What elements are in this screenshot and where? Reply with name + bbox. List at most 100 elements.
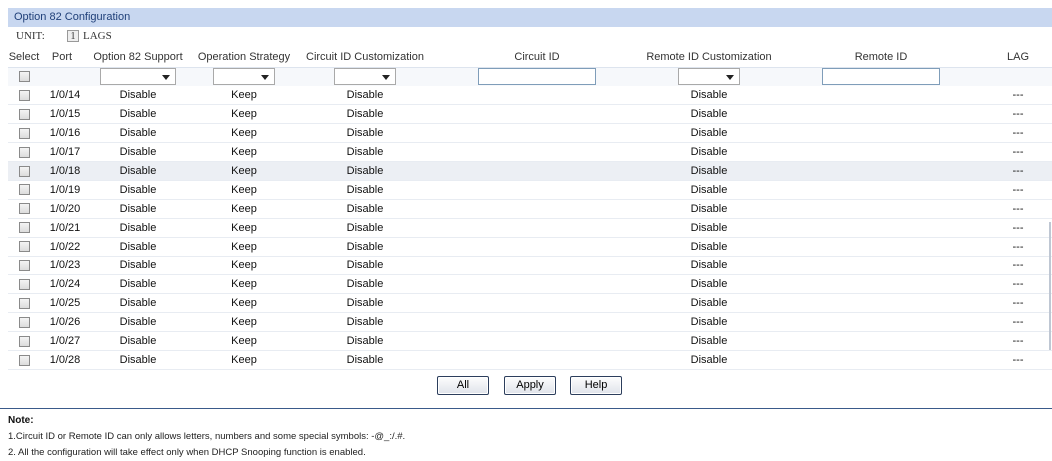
circuit-id-cell: [434, 180, 640, 200]
unit-1-button[interactable]: 1: [67, 30, 79, 42]
select-cell: [8, 180, 40, 200]
table-row[interactable]: 1/0/14 Disable Keep Disable Disable ---: [8, 86, 1052, 106]
table-row[interactable]: 1/0/18 Disable Keep Disable Disable ---: [8, 161, 1052, 181]
operation-strategy-cell: Keep: [192, 218, 296, 238]
table-row[interactable]: 1/0/26 Disable Keep Disable Disable ---: [8, 312, 1052, 333]
port-cell: 1/0/26: [40, 312, 84, 333]
help-button[interactable]: Help: [570, 376, 622, 395]
remote-id-cell: [778, 312, 984, 333]
option82-support-cell: Disable: [84, 104, 192, 125]
select-all-checkbox[interactable]: [18, 71, 30, 83]
row-select-checkbox[interactable]: [18, 89, 30, 101]
operation-strategy-cell: Keep: [192, 123, 296, 144]
select-cell: [8, 199, 40, 219]
port-cell: 1/0/23: [40, 256, 84, 276]
circuit-id-customization-cell: Disable: [296, 180, 434, 200]
table-row[interactable]: 1/0/17 Disable Keep Disable Disable ---: [8, 142, 1052, 163]
circuit-id-cell: [434, 161, 640, 181]
select-cell: [8, 350, 40, 370]
port-cell: 1/0/17: [40, 142, 84, 163]
option82-support-select[interactable]: [100, 68, 176, 86]
row-select-checkbox[interactable]: [18, 165, 30, 177]
circuit-id-customization-cell: Disable: [296, 218, 434, 238]
operation-strategy-cell: Keep: [192, 161, 296, 181]
chevron-down-icon: [261, 75, 269, 81]
circuit-id-cell: [434, 142, 640, 163]
remote-id-customization-cell: Disable: [640, 237, 778, 257]
all-button[interactable]: All: [437, 376, 489, 395]
port-cell: 1/0/19: [40, 180, 84, 200]
circuit-id-cell: [434, 274, 640, 295]
circuit-id-customization-cell: Disable: [296, 274, 434, 295]
scrollbar[interactable]: [1049, 222, 1051, 350]
remote-id-customization-select[interactable]: [678, 68, 740, 86]
row-select-checkbox[interactable]: [18, 335, 30, 347]
circuit-id-cell: [434, 86, 640, 106]
header-select: Select: [8, 47, 40, 68]
filter-row: [8, 67, 1052, 86]
remote-id-input[interactable]: [822, 68, 940, 86]
option82-support-cell: Disable: [84, 199, 192, 219]
table-row[interactable]: 1/0/23 Disable Keep Disable Disable ---: [8, 256, 1052, 276]
option82-support-cell: Disable: [84, 256, 192, 276]
apply-button[interactable]: Apply: [504, 376, 556, 395]
row-select-checkbox[interactable]: [18, 354, 30, 366]
remote-id-cell: [778, 331, 984, 351]
header-circuit-id-customization: Circuit ID Customization: [296, 47, 434, 68]
lag-cell: ---: [984, 293, 1052, 314]
table-row[interactable]: 1/0/20 Disable Keep Disable Disable ---: [8, 199, 1052, 219]
remote-id-cell: [778, 86, 984, 106]
circuit-id-cell: [434, 350, 640, 370]
circuit-id-cell: [434, 123, 640, 144]
table-row[interactable]: 1/0/25 Disable Keep Disable Disable ---: [8, 293, 1052, 314]
chevron-down-icon: [382, 75, 390, 81]
option82-support-cell: Disable: [84, 180, 192, 200]
lag-cell: ---: [984, 331, 1052, 351]
row-select-checkbox[interactable]: [18, 316, 30, 328]
table-row[interactable]: 1/0/15 Disable Keep Disable Disable ---: [8, 104, 1052, 125]
operation-strategy-cell: Keep: [192, 180, 296, 200]
lags-link[interactable]: LAGS: [83, 28, 112, 45]
row-select-checkbox[interactable]: [18, 127, 30, 139]
select-cell: [8, 293, 40, 314]
circuit-id-input[interactable]: [478, 68, 596, 86]
button-bar: All Apply Help: [0, 376, 1052, 396]
row-select-checkbox[interactable]: [18, 222, 30, 234]
operation-strategy-cell: Keep: [192, 237, 296, 257]
header-operation-strategy: Operation Strategy: [192, 47, 296, 68]
option82-support-cell: Disable: [84, 237, 192, 257]
operation-strategy-select[interactable]: [213, 68, 275, 86]
note-line-1: 1.Circuit ID or Remote ID can only allow…: [8, 431, 406, 442]
row-select-checkbox[interactable]: [18, 297, 30, 309]
operation-strategy-cell: Keep: [192, 199, 296, 219]
row-select-checkbox[interactable]: [18, 146, 30, 158]
row-select-checkbox[interactable]: [18, 203, 30, 215]
table-row[interactable]: 1/0/28 Disable Keep Disable Disable ---: [8, 350, 1052, 370]
port-cell: 1/0/25: [40, 293, 84, 314]
circuit-id-cell: [434, 312, 640, 333]
lag-cell: ---: [984, 123, 1052, 144]
remote-id-customization-cell: Disable: [640, 161, 778, 181]
circuit-id-customization-cell: Disable: [296, 142, 434, 163]
table-row[interactable]: 1/0/19 Disable Keep Disable Disable ---: [8, 180, 1052, 200]
row-select-checkbox[interactable]: [18, 184, 30, 196]
row-select-checkbox[interactable]: [18, 260, 30, 272]
option82-support-cell: Disable: [84, 293, 192, 314]
row-select-checkbox[interactable]: [18, 278, 30, 290]
circuit-id-customization-cell: Disable: [296, 331, 434, 351]
table-row[interactable]: 1/0/16 Disable Keep Disable Disable ---: [8, 123, 1052, 144]
circuit-id-customization-cell: Disable: [296, 256, 434, 276]
circuit-id-cell: [434, 256, 640, 276]
table-row[interactable]: 1/0/24 Disable Keep Disable Disable ---: [8, 274, 1052, 295]
remote-id-customization-cell: Disable: [640, 293, 778, 314]
row-select-checkbox[interactable]: [18, 241, 30, 253]
table-row[interactable]: 1/0/27 Disable Keep Disable Disable ---: [8, 331, 1052, 351]
table-row[interactable]: 1/0/22 Disable Keep Disable Disable ---: [8, 237, 1052, 257]
row-select-checkbox[interactable]: [18, 108, 30, 120]
lag-cell: ---: [984, 274, 1052, 295]
note-divider: [0, 408, 1052, 409]
circuit-id-cell: [434, 237, 640, 257]
circuit-id-customization-select[interactable]: [334, 68, 396, 86]
circuit-id-customization-cell: Disable: [296, 312, 434, 333]
table-row[interactable]: 1/0/21 Disable Keep Disable Disable ---: [8, 218, 1052, 238]
